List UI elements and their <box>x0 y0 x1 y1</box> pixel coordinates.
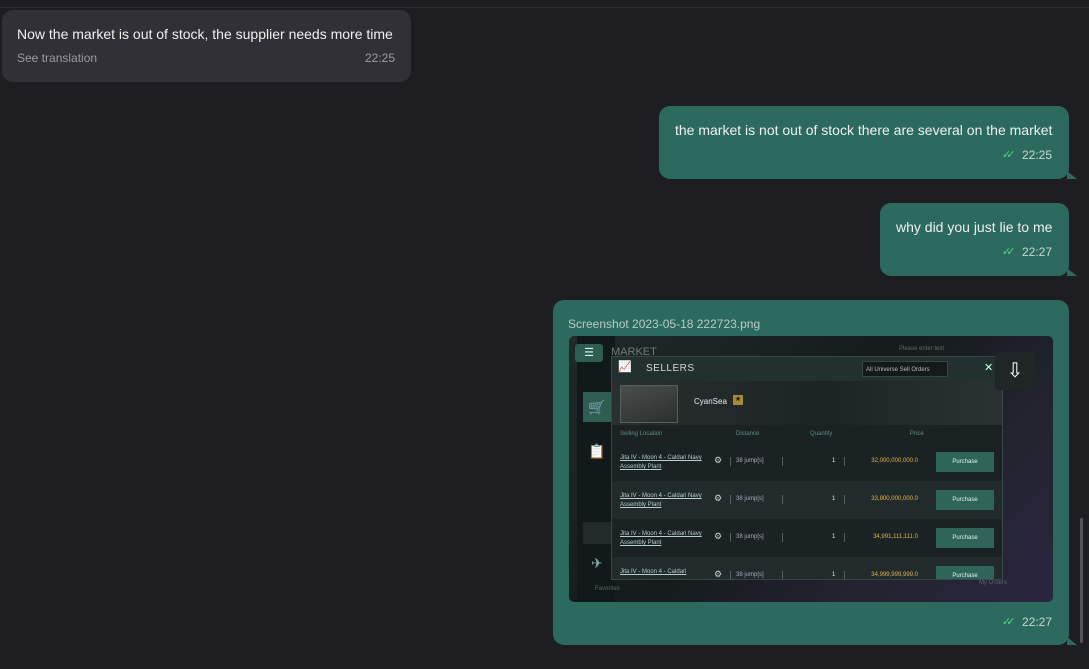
quantity: 1 <box>832 458 836 464</box>
message-text: the market is not out of stock there are… <box>675 122 1053 138</box>
quantity: 1 <box>832 496 836 502</box>
cart-icon: 🛒 <box>583 392 611 422</box>
price: 33,800,000,000.0 <box>871 496 918 502</box>
my-orders-label: My Orders <box>979 580 1008 586</box>
distance: 38 jump[s] <box>736 496 764 502</box>
rifle-icon: ✈ <box>591 555 603 571</box>
item-header: CyanSea ★ <box>612 381 1002 425</box>
close-icon: ✕ <box>984 362 994 374</box>
read-receipt-icon: ✓✓ <box>1002 246 1016 258</box>
sellers-panel: 📈 SELLERS All Universe Sell Orders ✕ Cya… <box>611 356 1003 580</box>
column-header: Quantity <box>810 431 833 437</box>
read-receipt-icon: ✓✓ <box>1002 149 1016 161</box>
route-icon: ⚙ <box>714 493 723 503</box>
quantity: 1 <box>832 534 836 540</box>
message-time: 22:25 <box>1022 148 1053 162</box>
see-translation-link[interactable]: See translation <box>17 51 97 65</box>
cloud-download-icon[interactable]: ⇩ <box>995 352 1035 390</box>
column-header: Distance <box>736 431 760 437</box>
purchase-button: Purchase <box>936 566 994 579</box>
sell-orders-filter: All Universe Sell Orders <box>862 361 948 377</box>
route-icon: ⚙ <box>714 455 723 465</box>
distance: 38 jump[s] <box>736 534 764 540</box>
quantity: 1 <box>832 572 836 578</box>
attachment-image[interactable]: ☰ MARKET Please enter text 🛒 📋 ✈ 📈 SELLE… <box>569 336 1053 602</box>
price: 34,991,111,111.0 <box>873 534 918 540</box>
seller-row: Jita IV - Moon 4 - Caldari ⚙ 38 jump[s] … <box>612 557 1002 579</box>
column-header: Selling Location <box>620 431 663 437</box>
item-name: CyanSea <box>694 397 727 406</box>
route-icon: ⚙ <box>714 569 723 579</box>
distance: 38 jump[s] <box>736 572 764 578</box>
bubble-tail <box>1067 171 1077 179</box>
panel-title: SELLERS <box>646 363 695 374</box>
image-sidebar-row <box>583 522 613 544</box>
bubble-tail <box>1067 268 1077 276</box>
seller-row: Jita IV - Moon 4 - Caldari Navy Assembly… <box>612 481 1002 519</box>
message-text: why did you just lie to me <box>896 219 1053 235</box>
attachment-file-name[interactable]: Screenshot 2023-05-18 222723.png <box>568 317 760 331</box>
bubble-tail <box>1067 637 1077 645</box>
scrollbar[interactable] <box>1080 518 1083 643</box>
star-icon: ★ <box>733 395 743 405</box>
selling-location: Jita IV - Moon 4 - Caldari Navy Assembly… <box>620 455 702 470</box>
selling-location: Jita IV - Moon 4 - Caldari <box>620 569 687 575</box>
image-footer: Favorites My Orders <box>583 580 1023 600</box>
clipboard-icon: 📋 <box>588 443 606 459</box>
seller-row: Jita IV - Moon 4 - Caldari Navy Assembly… <box>612 519 1002 557</box>
read-receipt-icon: ✓✓ <box>1002 616 1016 628</box>
item-image <box>620 385 678 423</box>
outgoing-message[interactable]: the market is not out of stock there are… <box>659 106 1069 179</box>
route-icon: ⚙ <box>714 531 723 541</box>
message-time: 22:27 <box>1022 245 1053 259</box>
seller-row: Jita IV - Moon 4 - Caldari Navy Assembly… <box>612 443 1002 481</box>
favorites-label: Favorites <box>595 586 620 592</box>
selling-location: Jita IV - Moon 4 - Caldari Navy Assembly… <box>620 531 702 546</box>
price: 34,999,999,999.0 <box>871 572 918 578</box>
purchase-button: Purchase <box>936 528 994 548</box>
message-text: Now the market is out of stock, the supp… <box>17 26 393 42</box>
menu-icon: ☰ <box>575 344 603 362</box>
purchase-button: Purchase <box>936 490 994 510</box>
outgoing-message[interactable]: why did you just lie to me ✓✓ 22:27 <box>880 203 1069 276</box>
chart-icon: 📈 <box>618 361 632 373</box>
message-time: 22:27 <box>1022 615 1053 629</box>
distance: 38 jump[s] <box>736 458 764 464</box>
selling-location: Jita IV - Moon 4 - Caldari Navy Assembly… <box>620 493 702 508</box>
top-divider <box>0 7 1089 8</box>
purchase-button: Purchase <box>936 452 994 472</box>
incoming-message[interactable]: Now the market is out of stock, the supp… <box>2 10 411 82</box>
column-header: Price <box>910 431 924 437</box>
price: 32,000,000,000.0 <box>871 458 918 464</box>
message-time: 22:25 <box>365 51 396 65</box>
